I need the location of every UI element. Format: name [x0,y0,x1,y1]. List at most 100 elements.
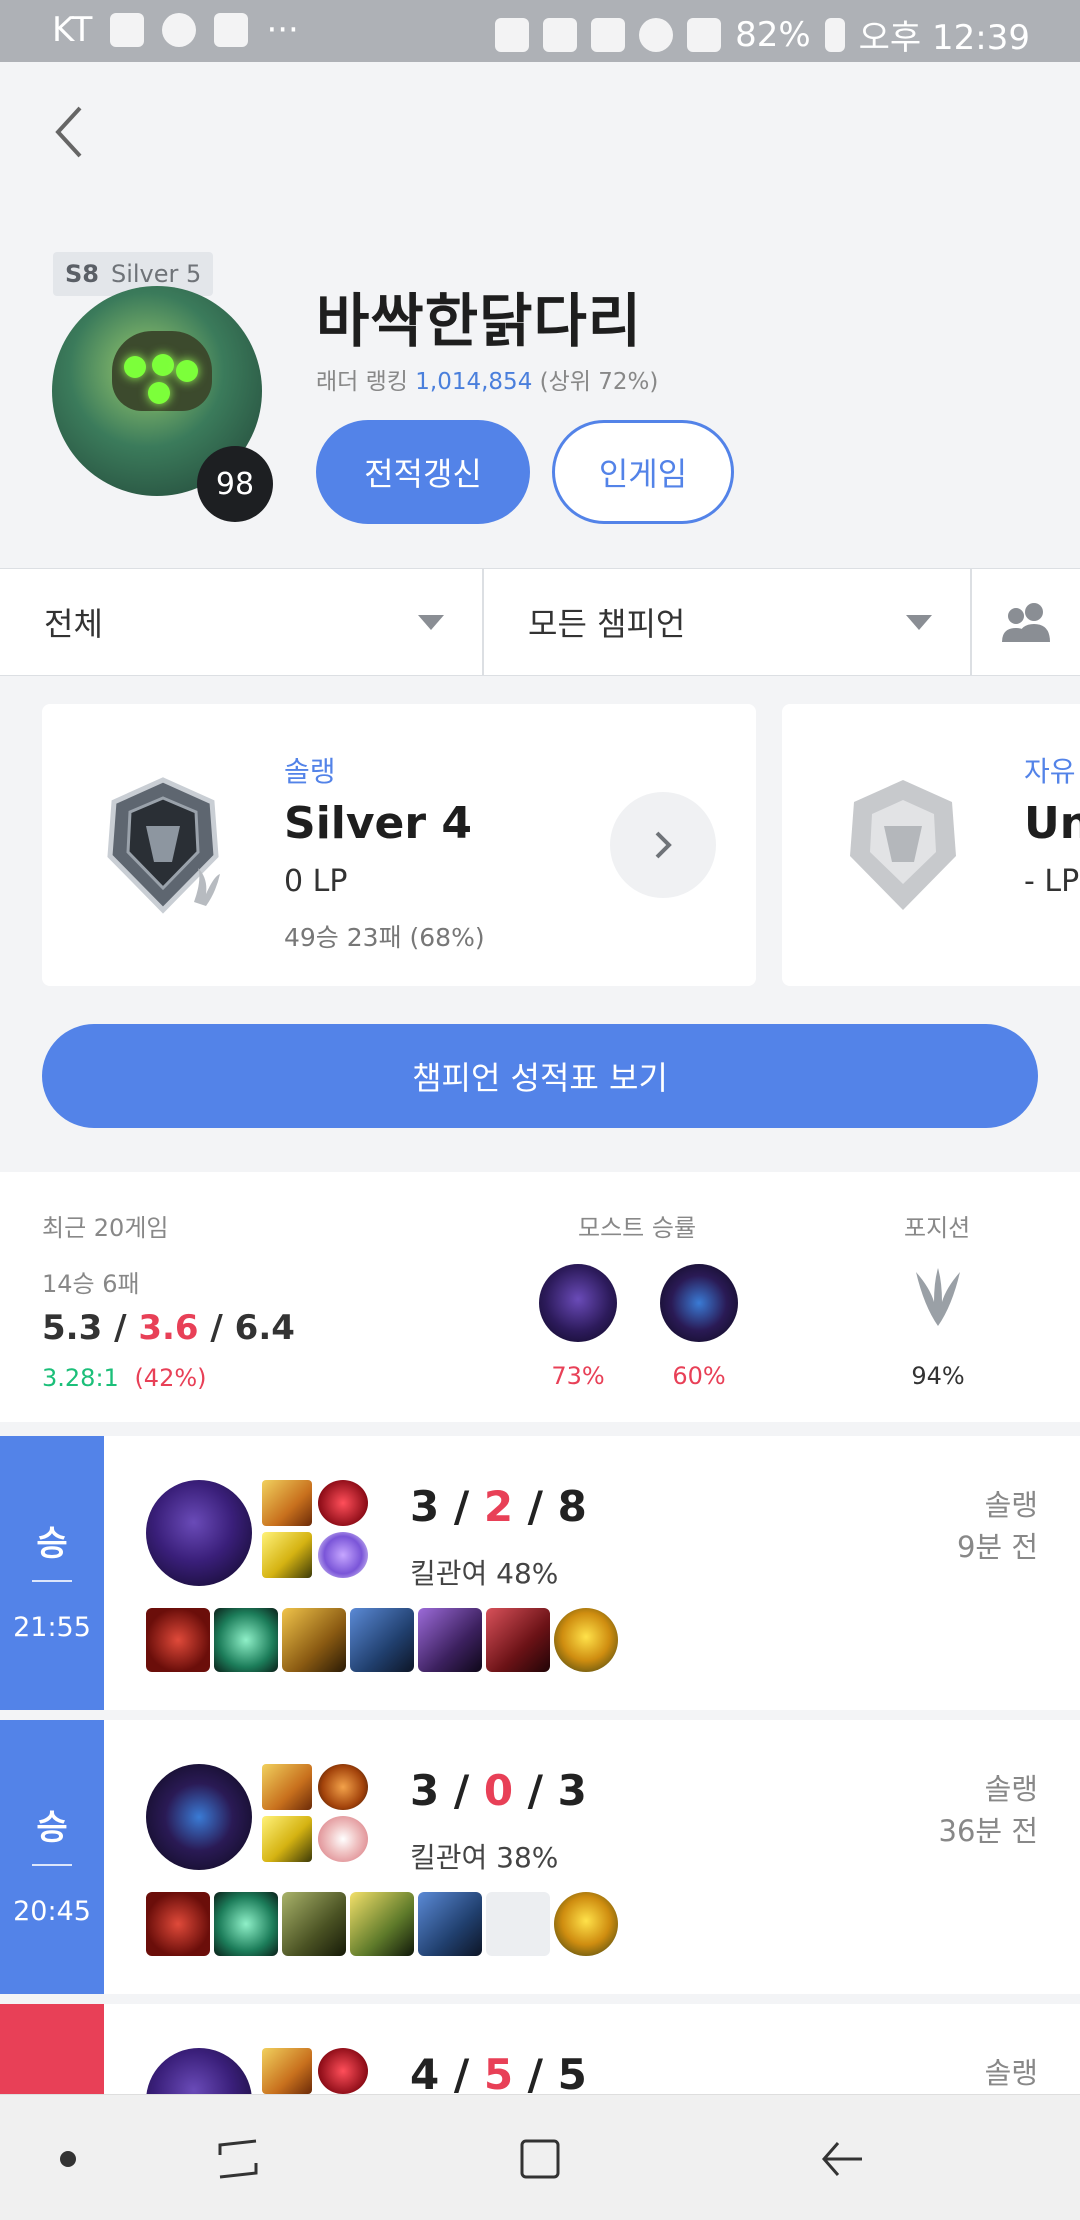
match-time-ago: 9분 전 [956,1530,1038,1564]
most-winrate-label: 모스트 승률 [578,1214,697,1242]
avg-deaths: 3.6 [138,1308,199,1348]
champion-filter-dropdown[interactable]: 모든 챔피언 [486,569,972,675]
match-kda: 3 / 2 / 8 [410,1482,587,1531]
item-icon [486,1608,550,1672]
match-result: 승 [36,1808,68,1848]
spell-icon [262,1764,312,1810]
update-record-button[interactable]: 전적갱신 [316,420,530,524]
most-champion-icon[interactable] [539,1264,617,1342]
solo-rank-lp: 0 LP [284,864,348,899]
match-queue: 솔랭 [984,1772,1038,1806]
match-result: 승 [36,1524,68,1564]
item-icon [214,1892,278,1956]
item-icon [350,1892,414,1956]
match-deaths: 0 [483,1766,514,1815]
flex-rank-card[interactable]: 자유 Un - LP [782,704,1080,986]
rune-icon [318,1532,368,1578]
trinket-icon [554,1892,618,1956]
item-icon [418,1608,482,1672]
back-arrow-icon[interactable] [50,102,90,162]
match-deaths: 5 [483,2050,514,2099]
item-icon [146,1608,210,1672]
battery-percent: 82% [735,14,811,55]
match-kda: 3 / 0 / 3 [410,1766,587,1815]
queue-filter-dropdown[interactable]: 전체 [0,569,484,675]
unranked-emblem-icon [850,780,956,910]
champion-icon [146,1480,252,1586]
average-kda: 5.3 / 3.6 / 6.4 [42,1308,295,1348]
match-duration: 21:55 [13,1612,91,1643]
match-kills: 3 [410,1766,440,1815]
battery-icon [824,17,845,52]
spell-icon [262,2048,312,2094]
season-code: S8 [65,260,99,288]
group-filter-button[interactable] [974,569,1080,675]
clock: 오후 12:39 [858,18,1030,58]
users-icon [1002,603,1050,642]
item-icon [282,1892,346,1956]
silver-emblem-icon [107,777,220,914]
rune-icon [318,1764,368,1810]
filter-bar: 전체 모든 챔피언 [0,568,1080,676]
solo-rank-card[interactable]: 솔랭 Silver 4 0 LP 49승 23패 (68%) [42,704,756,986]
rank-section: 솔랭 Silver 4 0 LP 49승 23패 (68%) 자유 Un - L… [0,676,1080,1172]
recent-record: 14승 6패 [42,1270,140,1298]
match-queue: 솔랭 [984,1488,1038,1522]
match-kill-participation: 킬관여 38% [410,1841,559,1874]
match-duration: 20:45 [13,1896,91,1927]
spell-icon [262,1480,312,1526]
wifi-icon [639,17,674,52]
champion-stats-button[interactable]: 챔피언 성적표 보기 [42,1024,1038,1128]
status-bar: KT ··· 82% 오후 12:39 [0,0,1080,62]
profile-header: S8 Silver 5 98 바싹한닭다리 래더 랭킹 1,014,854 (상… [0,62,1080,568]
season-tier: Silver 5 [110,260,202,288]
item-icon [146,1892,210,1956]
ladder-label: 래더 랭킹 [316,369,408,395]
rank-detail-button[interactable] [610,792,716,898]
position-percent: 94% [911,1362,965,1390]
signal-icon [687,17,722,52]
jungle-position-icon [916,1268,960,1326]
home-icon [520,2139,560,2179]
summoner-name: 바싹한닭다리 [316,287,643,355]
most-champion-icon[interactable] [660,1264,738,1342]
trinket-icon [554,1608,618,1672]
match-result-bar: 승 21:55 [0,1436,104,1710]
back-button[interactable] [802,2119,882,2199]
match-queue: 솔랭 [984,2056,1038,2090]
flex-rank-tier: Un [1024,798,1080,849]
level-badge: 98 [197,446,273,522]
match-assists: 3 [557,1766,587,1815]
nav-dot-button[interactable] [28,2119,108,2199]
avg-assists: 6.4 [234,1308,295,1348]
game-icon [214,13,249,47]
recent-apps-button[interactable] [198,2119,278,2199]
match-kills: 4 [410,2050,440,2099]
avg-kills: 5.3 [42,1308,103,1348]
rune-icon [318,1480,368,1526]
chevron-down-icon [906,615,932,630]
recent-games-summary: 최근 20게임 14승 6패 5.3 / 3.6 / 6.4 3.28:1 (4… [0,1172,1080,1422]
home-button[interactable] [500,2119,580,2199]
ladder-top-percent: (상위 72%) [539,369,659,395]
flex-rank-lp: - LP [1024,864,1080,899]
spell-icon [262,1532,312,1578]
ingame-button[interactable]: 인게임 [552,420,734,524]
dot-icon [60,2151,76,2167]
match-kill-participation: 킬관여 48% [410,1557,559,1590]
chevron-down-icon [418,615,444,630]
item-icon [418,1892,482,1956]
mute-icon [543,17,578,52]
kda-ratio: 3.28:1 [42,1364,119,1392]
recent-games-label: 최근 20게임 [42,1214,169,1242]
back-icon [822,2142,862,2176]
match-row[interactable]: 승 21:55 3 / 2 / 8 킬관여 48% 솔랭 9분 전 [0,1436,1080,1710]
item-slots [146,1892,618,1956]
flex-rank-type: 자유 [1024,755,1076,788]
match-assists: 8 [557,1482,587,1531]
match-kills: 3 [410,1482,440,1531]
notification-icon [110,13,145,47]
match-row[interactable]: 승 20:45 3 / 0 / 3 킬관여 38% 솔랭 36분 전 [0,1720,1080,1994]
champion-filter-label: 모든 챔피언 [528,605,686,643]
ladder-ranking: 래더 랭킹 1,014,854 (상위 72%) [316,362,658,396]
